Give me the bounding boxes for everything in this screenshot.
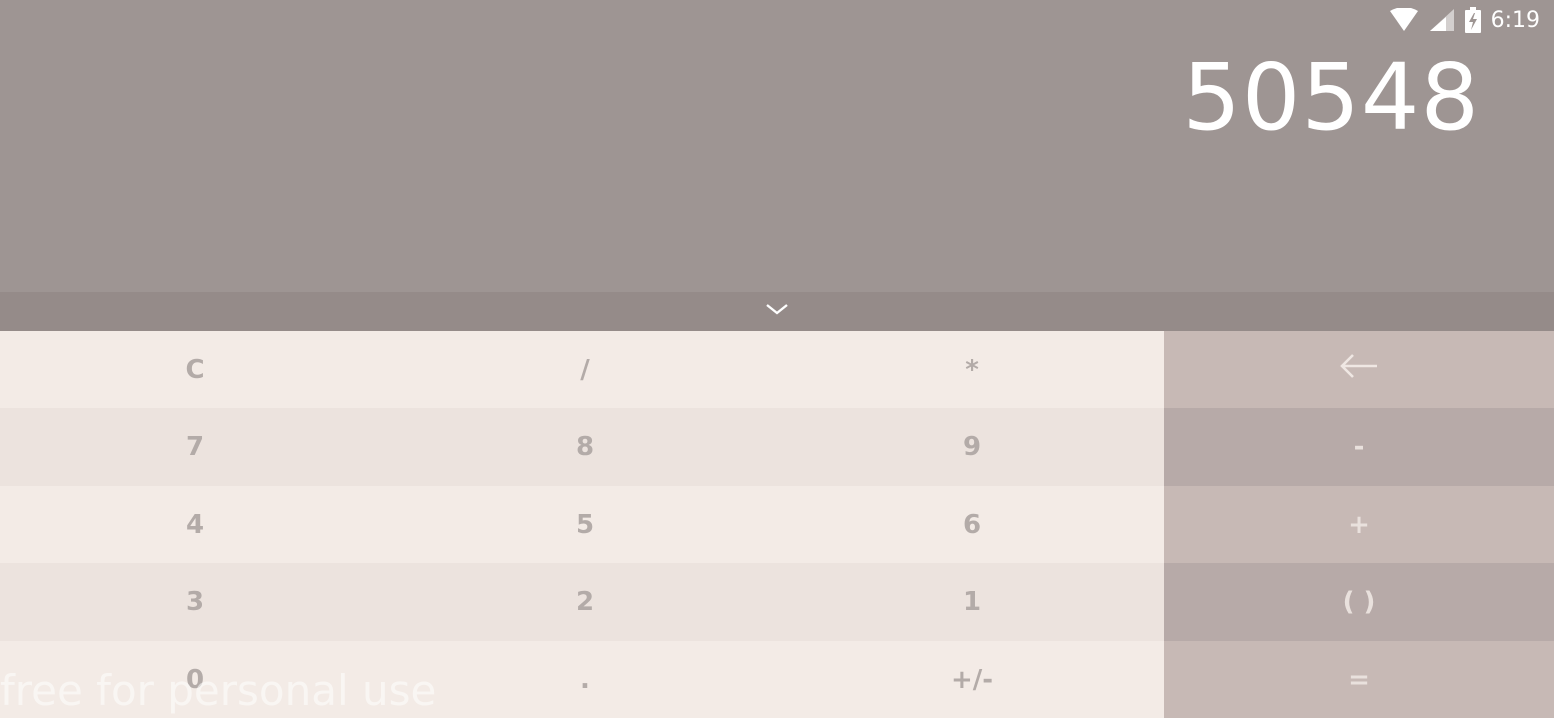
chevron-down-icon[interactable]: [765, 302, 789, 321]
digit-0-button[interactable]: 0: [0, 641, 390, 718]
display-panel: 6:19 50548: [0, 0, 1554, 292]
digit-2-button[interactable]: 2: [390, 563, 780, 641]
keypad: C / * 7 8 9 - 4 5 6 + 3 2 1 ( ) 0 . +/- …: [0, 331, 1554, 718]
digit-5-button[interactable]: 5: [390, 486, 780, 563]
sign-toggle-button[interactable]: +/-: [780, 641, 1164, 718]
digit-8-button[interactable]: 8: [390, 408, 780, 486]
plus-button[interactable]: +: [1164, 486, 1554, 563]
divide-button[interactable]: /: [390, 331, 780, 408]
digit-1-button[interactable]: 1: [780, 563, 1164, 641]
minus-button[interactable]: -: [1164, 408, 1554, 486]
wifi-icon: [1389, 8, 1419, 32]
backspace-button[interactable]: [1164, 331, 1554, 408]
digit-6-button[interactable]: 6: [780, 486, 1164, 563]
battery-charging-icon: [1464, 7, 1481, 33]
status-bar: 6:19: [1294, 0, 1554, 40]
digit-9-button[interactable]: 9: [780, 408, 1164, 486]
collapse-handle[interactable]: [0, 292, 1554, 331]
parentheses-button[interactable]: ( ): [1164, 563, 1554, 641]
digit-7-button[interactable]: 7: [0, 408, 390, 486]
equals-button[interactable]: =: [1164, 641, 1554, 718]
decimal-button[interactable]: .: [390, 641, 780, 718]
calculator-app: 6:19 50548 C / * 7 8 9 - 4 5 6 + 3 2 1 (…: [0, 0, 1554, 718]
backspace-arrow-icon: [1339, 353, 1379, 386]
cellular-signal-icon: [1429, 8, 1455, 32]
result-display: 50548: [1182, 44, 1480, 151]
digit-4-button[interactable]: 4: [0, 486, 390, 563]
multiply-button[interactable]: *: [780, 331, 1164, 408]
clear-button[interactable]: C: [0, 331, 390, 408]
digit-3-button[interactable]: 3: [0, 563, 390, 641]
status-time: 6:19: [1490, 7, 1540, 33]
